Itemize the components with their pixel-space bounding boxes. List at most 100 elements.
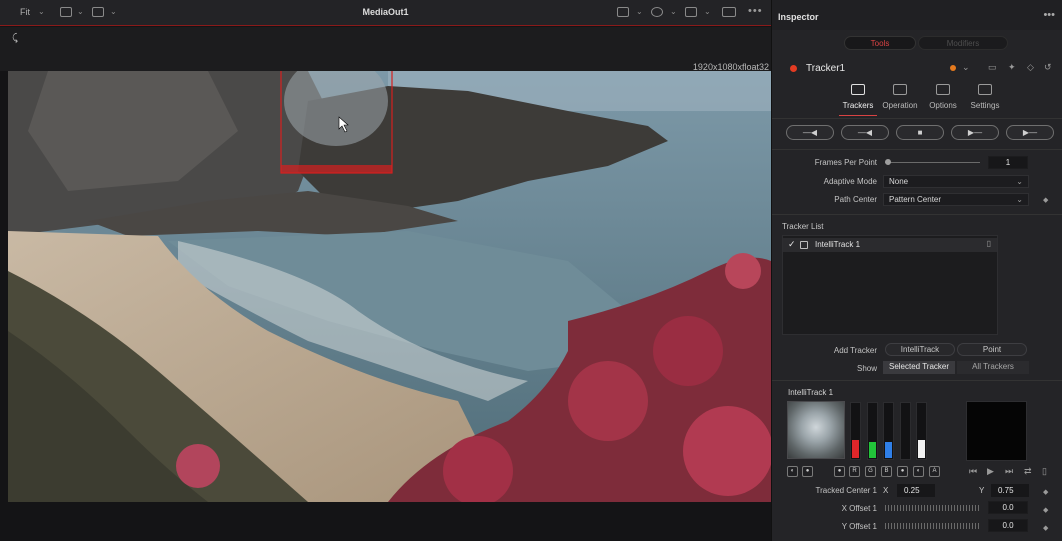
tools-tab[interactable]: Tools	[844, 36, 916, 50]
add-point-button[interactable]: Point	[957, 343, 1027, 356]
grid-icon[interactable]	[685, 7, 697, 17]
tab-label: Settings	[970, 101, 1000, 110]
track-forward-to-end-button[interactable]: ▶—	[1006, 125, 1054, 140]
color-channel-icon[interactable]	[651, 7, 663, 17]
keyframe-diamond-icon[interactable]: ◆	[1043, 506, 1048, 514]
mono-chip-icon[interactable]: ◐	[787, 466, 798, 477]
chevron-down-icon[interactable]: ⌄	[670, 7, 677, 16]
operation-tab-icon	[893, 84, 907, 95]
color-chip-icon[interactable]: ●	[802, 466, 813, 477]
tracked-center-label: Tracked Center 1	[815, 486, 877, 495]
slider-handle[interactable]	[885, 159, 891, 165]
node-color-indicator	[790, 65, 797, 72]
show-selected-tracker[interactable]: Selected Tracker	[883, 361, 955, 374]
check-icon[interactable]: ✓	[788, 239, 796, 250]
stop-tracking-button[interactable]: ■	[896, 125, 944, 140]
add-tracker-label: Add Tracker	[833, 346, 877, 355]
inspector-more-icon[interactable]: •••	[1043, 9, 1055, 21]
skip-end-icon[interactable]: ⏭	[1005, 466, 1013, 477]
tracker-list[interactable]: ✓ IntelliTrack 1 ▯	[782, 235, 998, 335]
list-item[interactable]: ✓ IntelliTrack 1 ▯	[783, 238, 997, 252]
x-offset-slider[interactable]	[885, 505, 980, 511]
path-center-label: Path Center	[834, 195, 877, 204]
divider	[772, 214, 1062, 215]
chevron-down-icon[interactable]: ⌄	[636, 7, 643, 16]
track-reverse-button[interactable]: —◀	[841, 125, 889, 140]
settings-tab-icon	[978, 84, 992, 95]
adaptive-mode-dropdown[interactable]: None ⌄	[883, 175, 1029, 188]
channel-chip-a[interactable]: A	[929, 466, 940, 477]
green-channel-meter	[867, 402, 878, 460]
add-intellitrack-button[interactable]: IntelliTrack	[885, 343, 955, 356]
pin-icon[interactable]: ✦	[1008, 62, 1016, 73]
chevron-down-icon[interactable]: ⌄	[704, 7, 711, 16]
beach-scene-image	[8, 71, 771, 502]
show-label: Show	[856, 364, 877, 373]
frames-per-point-input[interactable]: 1	[988, 156, 1028, 169]
chevron-down-icon[interactable]: ⌄	[962, 62, 970, 73]
viewer-image[interactable]	[8, 71, 771, 502]
adaptive-mode-value: None	[889, 177, 909, 186]
keyframe-diamond-icon[interactable]: ◆	[1043, 196, 1048, 204]
chevron-down-icon: ⌄	[1016, 177, 1023, 186]
loop-icon[interactable]: ⇄	[1024, 466, 1032, 477]
luma-chip-icon[interactable]: ●	[897, 466, 908, 477]
tracked-center-y-input[interactable]: 0.75	[991, 484, 1029, 497]
y-offset-input[interactable]: 0.0	[988, 519, 1028, 532]
path-center-dropdown[interactable]: Pattern Center ⌄	[883, 193, 1029, 206]
track-forward-button[interactable]: ▶—	[951, 125, 999, 140]
divider	[772, 149, 1062, 150]
intellitrack-section-title: IntelliTrack 1	[788, 388, 834, 397]
transform-handle-icon[interactable]: ⤹	[12, 33, 18, 44]
skip-start-icon[interactable]: ⏮	[969, 466, 977, 477]
trash-icon[interactable]: ▯	[1042, 466, 1047, 477]
show-all-trackers[interactable]: All Trackers	[957, 361, 1029, 374]
frames-per-point-label: Frames Per Point	[814, 158, 877, 167]
chevron-down-icon: ⌄	[1016, 195, 1023, 204]
channel-chip-r[interactable]: R	[849, 466, 860, 477]
viewer-toolbar: Fit ⌄ ⌄ ⌄ MediaOut1 ⌄ ⌄ ⌄ •••	[0, 0, 771, 26]
tool-header[interactable]: Tracker1 ⌄ ▭ ✦ ◇ ↺	[772, 58, 1062, 80]
y-label: Y	[979, 486, 985, 495]
x-offset-label: X Offset 1	[841, 504, 877, 513]
x-offset-input[interactable]: 0.0	[988, 501, 1028, 514]
inspector-header: Inspector •••	[772, 0, 1062, 30]
channel-chip-g[interactable]: G	[865, 466, 876, 477]
alpha-channel-meter	[916, 402, 927, 460]
viewer-subbar	[0, 27, 771, 71]
divider	[772, 118, 1062, 119]
y-offset-label: Y Offset 1	[841, 522, 877, 531]
tracker-list-label: Tracker List	[782, 222, 824, 231]
disable-tool-icon[interactable]: ▭	[988, 62, 997, 73]
blue-channel-meter	[883, 402, 894, 460]
tracker-type-icon	[800, 241, 808, 249]
trash-icon[interactable]: ▯	[987, 239, 991, 248]
reset-icon[interactable]: ↺	[1044, 62, 1052, 73]
roi-icon[interactable]	[617, 7, 629, 17]
viewer-more-icon[interactable]: •••	[748, 5, 763, 17]
active-tab-indicator	[839, 115, 877, 116]
keyframe-diamond-icon[interactable]: ◆	[1043, 524, 1048, 532]
tracked-center-x-input[interactable]: 0.25	[897, 484, 935, 497]
lock-icon[interactable]: ◇	[1027, 62, 1034, 73]
tool-name: Tracker1	[806, 63, 846, 74]
y-offset-slider[interactable]	[885, 523, 980, 529]
channel-chip-b[interactable]: B	[881, 466, 892, 477]
options-tab-icon	[936, 84, 950, 95]
adaptive-mode-label: Adaptive Mode	[823, 177, 877, 186]
frames-per-point-slider[interactable]	[885, 162, 980, 163]
tracker-name: IntelliTrack 1	[815, 240, 861, 249]
track-reverse-from-end-button[interactable]: —◀	[786, 125, 834, 140]
inspector-panel: Inspector ••• Tools Modifiers Tracker1 ⌄…	[771, 0, 1062, 541]
fullscreen-icon[interactable]	[722, 7, 736, 17]
trackers-tab-icon	[851, 84, 865, 95]
keyframe-diamond-icon[interactable]: ◆	[1043, 488, 1048, 496]
viewer-bottom	[0, 502, 771, 541]
modifiers-tab[interactable]: Modifiers	[918, 36, 1008, 50]
color-channels-icon[interactable]: ●	[834, 466, 845, 477]
version-indicator[interactable]	[950, 65, 956, 71]
path-center-value: Pattern Center	[889, 195, 942, 204]
alpha-mono-chip-icon[interactable]: ◐	[913, 466, 924, 477]
tab-settings[interactable]: Settings	[960, 82, 1010, 110]
play-icon[interactable]: ▶	[987, 466, 994, 477]
